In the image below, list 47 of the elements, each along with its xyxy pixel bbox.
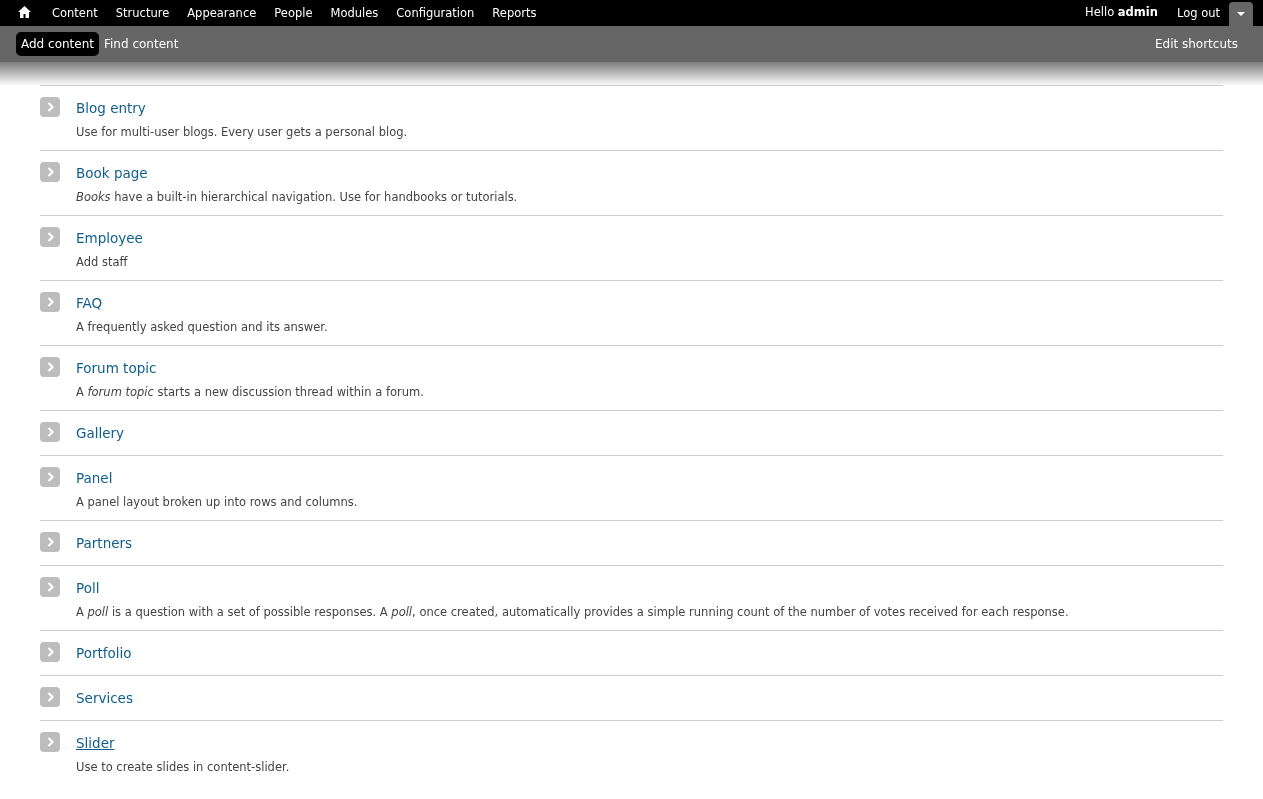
logout-link[interactable]: Log out: [1167, 0, 1229, 26]
menu-link[interactable]: Content: [43, 0, 107, 26]
chevron-icon: [40, 357, 60, 377]
menu-link[interactable]: People: [265, 0, 322, 26]
greeting-text: Hello admin: [1084, 4, 1159, 22]
chevron-icon: [40, 422, 60, 442]
content-type-link[interactable]: Forum topic: [76, 360, 157, 376]
description-text: A forum topic starts a new discussion thread within a forum.: [76, 384, 424, 400]
menu-link[interactable]: Configuration: [387, 0, 484, 26]
chevron-icon: [40, 687, 60, 707]
description-text: A panel layout broken up into rows and columns.: [76, 494, 358, 510]
content-type-link[interactable]: Gallery: [76, 425, 125, 441]
description-text: Use for multi-user blogs. Every user gets a personal blog.: [76, 124, 408, 140]
content-type-link[interactable]: Slider: [76, 735, 115, 751]
content-type-link[interactable]: Blog entry: [76, 100, 146, 116]
chevron-icon: [40, 577, 60, 597]
content-type-link[interactable]: Poll: [76, 580, 100, 596]
menu-link[interactable]: Reports: [483, 0, 546, 26]
content-type-link[interactable]: Services: [76, 690, 133, 706]
description-text: Books have a built-in hierarchical navigation. Use for handbooks or tutorials.: [76, 189, 518, 205]
content-type-link[interactable]: Portfolio: [76, 645, 132, 661]
content-type-link[interactable]: Partners: [76, 535, 133, 551]
description-text: Add staff: [76, 254, 129, 270]
chevron-icon: [40, 642, 60, 662]
shortcut-link[interactable]: Find content: [99, 32, 184, 56]
menu-link[interactable]: Appearance: [178, 0, 266, 26]
description-text: A frequently asked question and its answer.: [76, 319, 328, 335]
chevron-icon: [40, 162, 60, 182]
chevron-icon: [40, 292, 60, 312]
edit-shortcuts-link[interactable]: Edit shortcuts: [1149, 32, 1243, 56]
content-type-link[interactable]: FAQ: [76, 295, 103, 311]
shortcut-link[interactable]: Add content: [16, 32, 99, 56]
chevron-icon: [40, 467, 60, 487]
home-icon: [18, 6, 31, 18]
menu-link[interactable]: Modules: [321, 0, 388, 26]
chevron-icon: [40, 227, 60, 247]
chevron-icon: [40, 532, 60, 552]
description-text: Use to create slides in content-slider.: [76, 759, 290, 775]
content-type-link[interactable]: Panel: [76, 470, 113, 486]
menu-link[interactable]: Structure: [106, 0, 179, 26]
chevron-icon: [40, 732, 60, 752]
caret-icon: [1236, 11, 1246, 17]
content-type-link[interactable]: Employee: [76, 230, 143, 246]
chevron-icon: [40, 97, 60, 117]
content-type-link[interactable]: Book page: [76, 165, 148, 181]
description-text: A poll is a question with a set of possible responses. A poll, once created, automatically provides a simple running count of the number of votes received for each response.: [76, 604, 1069, 620]
toolbar-toggle-button[interactable]: [1229, 2, 1253, 26]
